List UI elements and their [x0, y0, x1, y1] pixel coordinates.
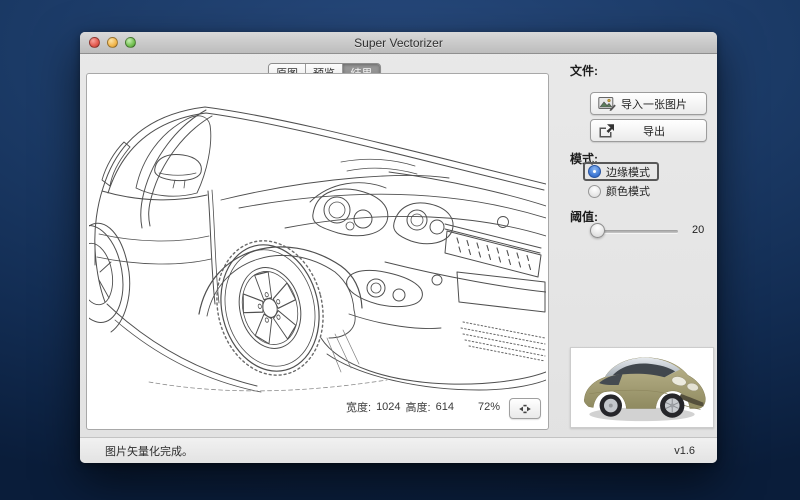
result-canvas: 宽度: 1024 高度: 614 72% [86, 73, 549, 430]
export-icon [598, 123, 616, 138]
zoom-percent: 72% [478, 401, 500, 413]
fit-to-window-icon [518, 404, 532, 414]
export-label: 导出 [616, 123, 706, 139]
original-car-photo [571, 348, 713, 427]
import-image-label: 导入一张图片 [616, 96, 706, 112]
radio-color-mode[interactable] [588, 185, 601, 198]
width-label: 宽度: [346, 399, 371, 415]
title-bar[interactable]: Super Vectorizer [80, 32, 717, 54]
height-label: 高度: [406, 399, 431, 415]
status-bar: 图片矢量化完成。 v1.6 [80, 437, 717, 463]
radio-edge-mode[interactable] [588, 165, 601, 178]
threshold-slider[interactable]: 20 [590, 223, 740, 239]
fit-to-window-button[interactable] [509, 398, 541, 419]
zoom-button[interactable] [125, 37, 136, 48]
import-image-button[interactable]: 导入一张图片 [590, 92, 707, 115]
minimize-button[interactable] [107, 37, 118, 48]
app-window: Super Vectorizer 原图 预览 结果 [80, 32, 717, 463]
vectorized-car-artwork [89, 76, 546, 396]
threshold-value: 20 [692, 224, 704, 236]
version-label: v1.6 [674, 445, 695, 457]
image-info: 宽度: 1024 高度: 614 72% [346, 399, 500, 415]
status-message: 图片矢量化完成。 [105, 443, 193, 459]
edge-mode-label: 边缘模式 [606, 164, 650, 180]
original-image-thumbnail [570, 347, 714, 428]
height-value: 614 [436, 401, 454, 413]
color-mode-label: 颜色模式 [606, 183, 650, 199]
export-button[interactable]: 导出 [590, 119, 707, 142]
file-section-label: 文件: [570, 62, 598, 79]
width-value: 1024 [376, 401, 400, 413]
window-title: Super Vectorizer [354, 36, 443, 50]
slider-knob[interactable] [590, 223, 605, 238]
close-button[interactable] [89, 37, 100, 48]
mode-option-color[interactable]: 颜色模式 [588, 183, 650, 199]
mode-option-edge[interactable]: 边缘模式 [583, 162, 659, 181]
traffic-lights [89, 37, 136, 48]
import-image-icon [598, 96, 616, 111]
